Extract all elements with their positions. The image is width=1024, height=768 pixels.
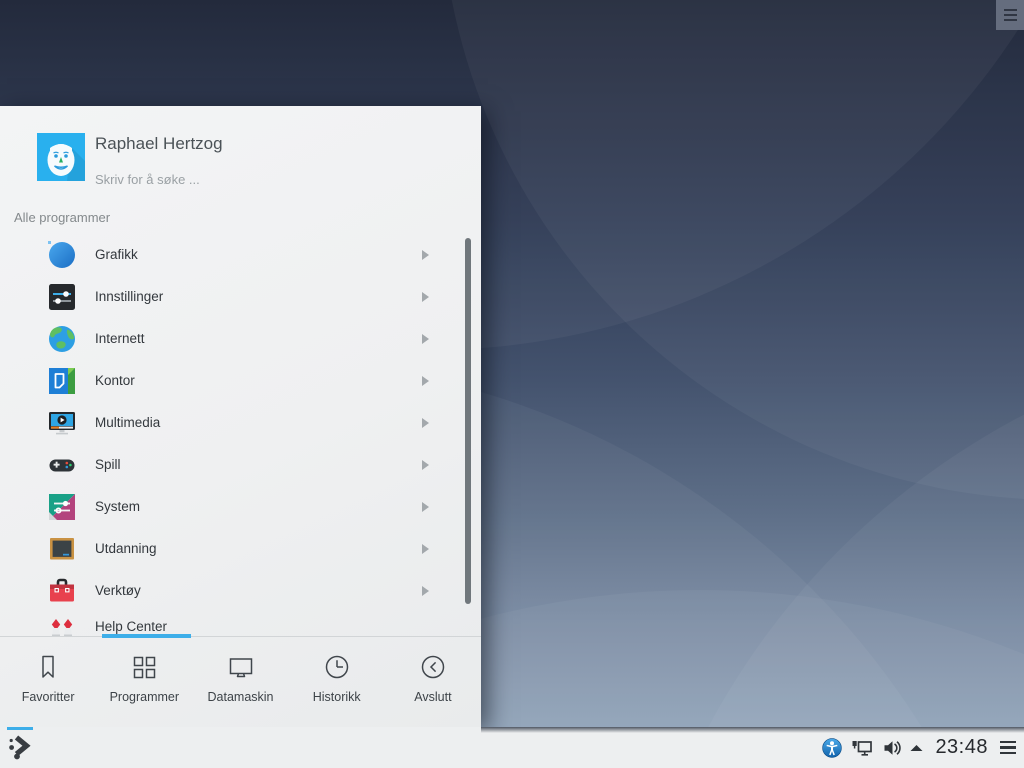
search-input[interactable]: Skriv for å søke ... [95, 172, 200, 187]
bookmark-icon [33, 652, 63, 682]
category-label: Verktøy [95, 570, 141, 612]
category-label: Kontor [95, 360, 135, 402]
submenu-arrow-icon [422, 418, 429, 428]
application-launcher-menu: Raphael Hertzog Skriv for å søke ... All… [0, 106, 481, 727]
scrollbar[interactable] [465, 238, 471, 604]
category-item-grafikk[interactable]: Grafikk [0, 234, 481, 276]
tab-label: Favoritter [22, 690, 75, 704]
games-gamepad-icon [46, 449, 78, 481]
submenu-arrow-icon [422, 292, 429, 302]
network-icon[interactable] [851, 738, 873, 758]
utilities-toolbox-icon [46, 575, 78, 607]
leave-icon [418, 652, 448, 682]
tab-label: Programmer [110, 690, 179, 704]
submenu-arrow-icon [422, 502, 429, 512]
category-item-system[interactable]: System [0, 486, 481, 528]
submenu-arrow-icon [422, 376, 429, 386]
user-avatar[interactable] [37, 133, 85, 181]
accessibility-icon[interactable] [822, 738, 842, 758]
category-item-utdanning[interactable]: Utdanning [0, 528, 481, 570]
category-label: Utdanning [95, 528, 157, 570]
submenu-arrow-icon [422, 586, 429, 596]
category-item-internett[interactable]: Internett [0, 318, 481, 360]
submenu-arrow-icon [422, 544, 429, 554]
tab-favoritter[interactable]: Favoritter [0, 640, 96, 727]
internet-globe-icon [46, 323, 78, 355]
submenu-arrow-icon [422, 250, 429, 260]
help-center-icon [46, 614, 78, 636]
active-tab-indicator [102, 634, 191, 638]
graphics-ball-icon [46, 239, 78, 271]
app-launcher-button[interactable] [2, 727, 36, 768]
category-label: Spill [95, 444, 121, 486]
category-item-verktoy[interactable]: Verktøy [0, 570, 481, 612]
category-label: System [95, 486, 140, 528]
education-blackboard-icon [46, 533, 78, 565]
tab-programmer[interactable]: Programmer [96, 640, 192, 727]
desktop-toolbox-button[interactable] [996, 0, 1024, 30]
panel-menu-button[interactable] [1000, 741, 1016, 754]
category-item-kontor[interactable]: Kontor [0, 360, 481, 402]
tab-label: Datamaskin [208, 690, 274, 704]
divider [0, 636, 481, 637]
category-item-spill[interactable]: Spill [0, 444, 481, 486]
system-preferences-icon [46, 491, 78, 523]
settings-sliders-icon [46, 281, 78, 313]
app-launcher-icon [7, 734, 33, 762]
section-label: Alle programmer [14, 210, 110, 225]
multimedia-player-icon [46, 407, 78, 439]
office-document-icon [46, 365, 78, 397]
computer-icon [226, 652, 256, 682]
category-label: Innstillinger [95, 276, 163, 318]
taskbar-panel: 23:48 [0, 727, 1024, 768]
hamburger-icon [1000, 741, 1016, 754]
submenu-arrow-icon [422, 460, 429, 470]
category-item-multimedia[interactable]: Multimedia [0, 402, 481, 444]
kickoff-tabbar: Favoritter Programmer Datamaskin Histori… [0, 640, 481, 727]
user-name: Raphael Hertzog [95, 134, 223, 154]
volume-icon[interactable] [882, 739, 901, 757]
tab-label: Historikk [313, 690, 361, 704]
applications-grid-icon [129, 652, 159, 682]
expand-tray-icon[interactable] [910, 744, 923, 752]
tab-avslutt[interactable]: Avslutt [385, 640, 481, 727]
tab-historikk[interactable]: Historikk [289, 640, 385, 727]
launcher-active-indicator [7, 727, 33, 730]
application-category-list: Grafikk Innstillinger Internett [0, 234, 481, 636]
system-tray: 23:48 [822, 727, 1016, 768]
category-label: Multimedia [95, 402, 160, 444]
tab-datamaskin[interactable]: Datamaskin [192, 640, 288, 727]
category-item-innstillinger[interactable]: Innstillinger [0, 276, 481, 318]
history-clock-icon [322, 652, 352, 682]
category-label: Internett [95, 318, 145, 360]
app-item-help-center[interactable]: Help Center [0, 612, 481, 636]
hamburger-icon [1004, 9, 1017, 22]
category-label: Grafikk [95, 234, 138, 276]
tab-label: Avslutt [414, 690, 451, 704]
digital-clock[interactable]: 23:48 [935, 736, 988, 759]
app-label: Help Center [95, 612, 167, 636]
submenu-arrow-icon [422, 334, 429, 344]
